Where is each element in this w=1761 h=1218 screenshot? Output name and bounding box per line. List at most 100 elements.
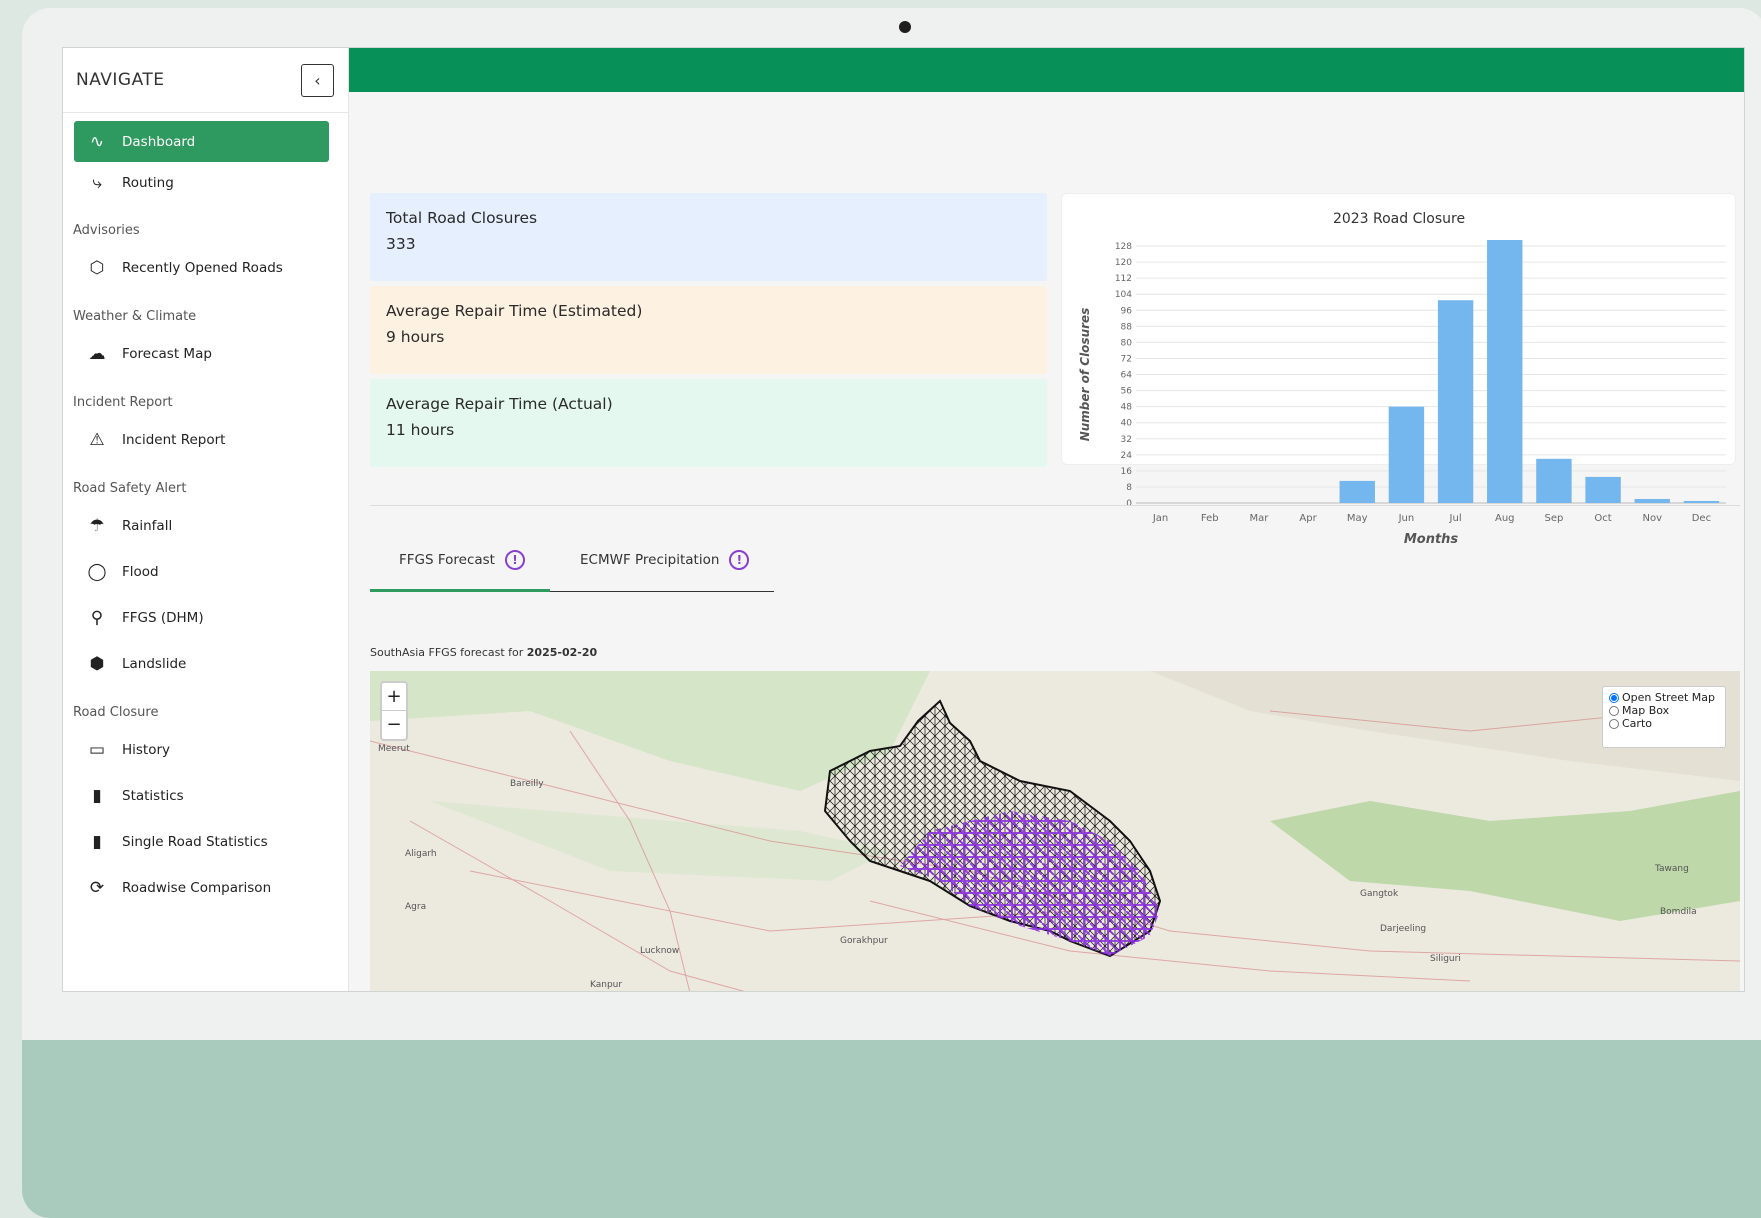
x-tick-label: Jul <box>1449 513 1462 524</box>
map-label: Aligarh <box>405 849 437 859</box>
chart-bar <box>1536 458 1572 503</box>
sidebar-item-label: Statistics <box>122 787 184 804</box>
stat-label: Average Repair Time (Actual) <box>386 395 613 413</box>
sidebar: NAVIGATE ‹ ∿ Dashboard ⤷ Routing Advisor… <box>63 48 349 991</box>
x-tick-label: Sep <box>1544 513 1563 524</box>
sidebar-item-statistics[interactable]: ▮ Statistics <box>74 775 329 816</box>
x-tick-label: Nov <box>1642 513 1662 524</box>
stat-value: 333 <box>386 235 416 253</box>
sidebar-header: NAVIGATE ‹ <box>63 48 348 113</box>
x-tick-label: Aug <box>1495 513 1515 524</box>
layer-option-mapbox[interactable]: Map Box <box>1609 704 1719 717</box>
map-canvas[interactable]: Meerut Bareilly Aligarh Agra Lucknow Kan… <box>370 671 1740 992</box>
map-label: Agra <box>405 902 426 912</box>
sidebar-item-incident-report[interactable]: ⚠ Incident Report <box>74 419 329 460</box>
layer-option-carto[interactable]: Carto <box>1609 717 1719 730</box>
refresh-icon: ⟳ <box>89 877 105 898</box>
section-road-safety-alert: Road Safety Alert <box>73 481 187 496</box>
y-tick-label: 128 <box>1115 242 1132 252</box>
x-tick-label: Oct <box>1594 513 1611 524</box>
sidebar-item-forecast-map[interactable]: ☁ Forecast Map <box>74 333 329 374</box>
stat-card-estimated-repair: Average Repair Time (Estimated) 9 hours <box>370 286 1047 374</box>
layer-label: Map Box <box>1622 704 1670 717</box>
x-tick-label: May <box>1347 513 1368 524</box>
chart-bar <box>1339 480 1375 503</box>
storm-cloud-icon: ☁ <box>88 343 106 364</box>
forecast-map[interactable]: Meerut Bareilly Aligarh Agra Lucknow Kan… <box>370 671 1740 992</box>
layer-option-osm[interactable]: Open Street Map <box>1609 691 1719 704</box>
sidebar-item-label: Rainfall <box>122 517 173 534</box>
section-road-closure: Road Closure <box>73 705 159 720</box>
info-icon[interactable]: ! <box>504 550 525 570</box>
y-tick-label: 72 <box>1121 354 1132 364</box>
sidebar-item-label: Routing <box>122 174 174 191</box>
sidebar-title: NAVIGATE <box>76 70 165 90</box>
map-label: Gangtok <box>1360 889 1399 899</box>
stat-label: Total Road Closures <box>386 209 538 227</box>
x-tick-label: Jun <box>1398 513 1415 524</box>
zoom-control: + − <box>380 681 408 741</box>
tab-underline <box>550 591 774 592</box>
zoom-in-button[interactable]: + <box>382 683 406 711</box>
tab-ecmwf-precipitation[interactable]: ECMWF Precipitation ! <box>580 550 750 570</box>
layer-label: Carto <box>1622 717 1652 730</box>
sidebar-item-label: Incident Report <box>122 431 226 448</box>
map-label: Gorakhpur <box>840 936 888 946</box>
sidebar-item-roadwise-comparison[interactable]: ⟳ Roadwise Comparison <box>74 867 329 908</box>
sidebar-item-label: Dashboard <box>122 133 196 150</box>
stat-value: 9 hours <box>386 328 445 346</box>
road-closure-chart: 2023 Road Closure 0 8 16 24 32 40 48 56 64 72 80 88 9… <box>1078 211 1726 547</box>
droplet-icon: ◯ <box>87 561 107 582</box>
hexagon-icon: ⬡ <box>89 257 105 278</box>
chart-bar <box>1388 406 1425 503</box>
x-tick-label: Jan <box>1152 513 1168 524</box>
layer-label: Open Street Map <box>1622 691 1716 704</box>
tab-label: ECMWF Precipitation <box>580 552 720 568</box>
tab-label: FFGS Forecast <box>399 552 495 568</box>
award-icon: ⚲ <box>90 607 104 628</box>
cube-icon: ⬢ <box>89 653 105 674</box>
tab-ffgs-forecast[interactable]: FFGS Forecast ! <box>399 550 525 570</box>
x-tick-label: Dec <box>1692 513 1711 524</box>
y-tick-label: 104 <box>1115 290 1132 300</box>
top-bar <box>349 48 1744 92</box>
sidebar-item-routing[interactable]: ⤷ Routing <box>74 162 329 203</box>
sidebar-item-landslide[interactable]: ⬢ Landslide <box>74 643 329 684</box>
sidebar-item-label: Single Road Statistics <box>122 833 268 850</box>
rain-cloud-icon: ☂ <box>89 515 105 536</box>
x-tick-label: Mar <box>1249 513 1269 524</box>
map-label: Darjeeling <box>1380 924 1426 934</box>
y-tick-label: 96 <box>1121 306 1133 316</box>
chart-title: 2023 Road Closure <box>1333 211 1465 227</box>
stat-card-actual-repair: Average Repair Time (Actual) 11 hours <box>370 379 1047 467</box>
layer-radio[interactable] <box>1609 718 1619 729</box>
sidebar-item-label: Landslide <box>122 655 187 672</box>
sidebar-item-recently-opened-roads[interactable]: ⬡ Recently Opened Roads <box>74 247 329 288</box>
chart-bar <box>1683 500 1720 503</box>
app-screen: NAVIGATE ‹ ∿ Dashboard ⤷ Routing Advisor… <box>62 47 1745 992</box>
x-axis-label: Months <box>1404 532 1459 547</box>
warning-icon: ⚠ <box>89 429 105 450</box>
sidebar-item-label: FFGS (DHM) <box>122 609 204 626</box>
chart-bar <box>1487 239 1523 503</box>
info-icon[interactable]: ! <box>729 550 750 570</box>
y-tick-label: 40 <box>1121 419 1133 429</box>
y-tick-label: 88 <box>1121 322 1133 332</box>
archive-icon: ▭ <box>88 739 106 760</box>
layer-radio[interactable] <box>1609 705 1619 716</box>
sidebar-item-flood[interactable]: ◯ Flood <box>74 551 329 592</box>
sidebar-item-label: History <box>122 741 171 758</box>
sidebar-item-ffgs[interactable]: ⚲ FFGS (DHM) <box>74 597 329 638</box>
sidebar-item-single-road-statistics[interactable]: ▮ Single Road Statistics <box>74 821 329 862</box>
y-tick-label: 120 <box>1115 258 1132 268</box>
chart-bar <box>1437 300 1474 503</box>
layer-radio[interactable] <box>1609 692 1619 703</box>
collapse-sidebar-button[interactable]: ‹ <box>301 63 334 97</box>
sidebar-item-dashboard[interactable]: ∿ Dashboard <box>74 121 329 162</box>
sidebar-item-history[interactable]: ▭ History <box>74 729 329 770</box>
zoom-out-button[interactable]: − <box>382 711 406 739</box>
layer-switcher: Open Street Map Map Box Carto <box>1602 686 1726 748</box>
section-incident-report: Incident Report <box>73 395 173 410</box>
sidebar-item-rainfall[interactable]: ☂ Rainfall <box>74 505 329 546</box>
camera-icon <box>899 21 911 33</box>
